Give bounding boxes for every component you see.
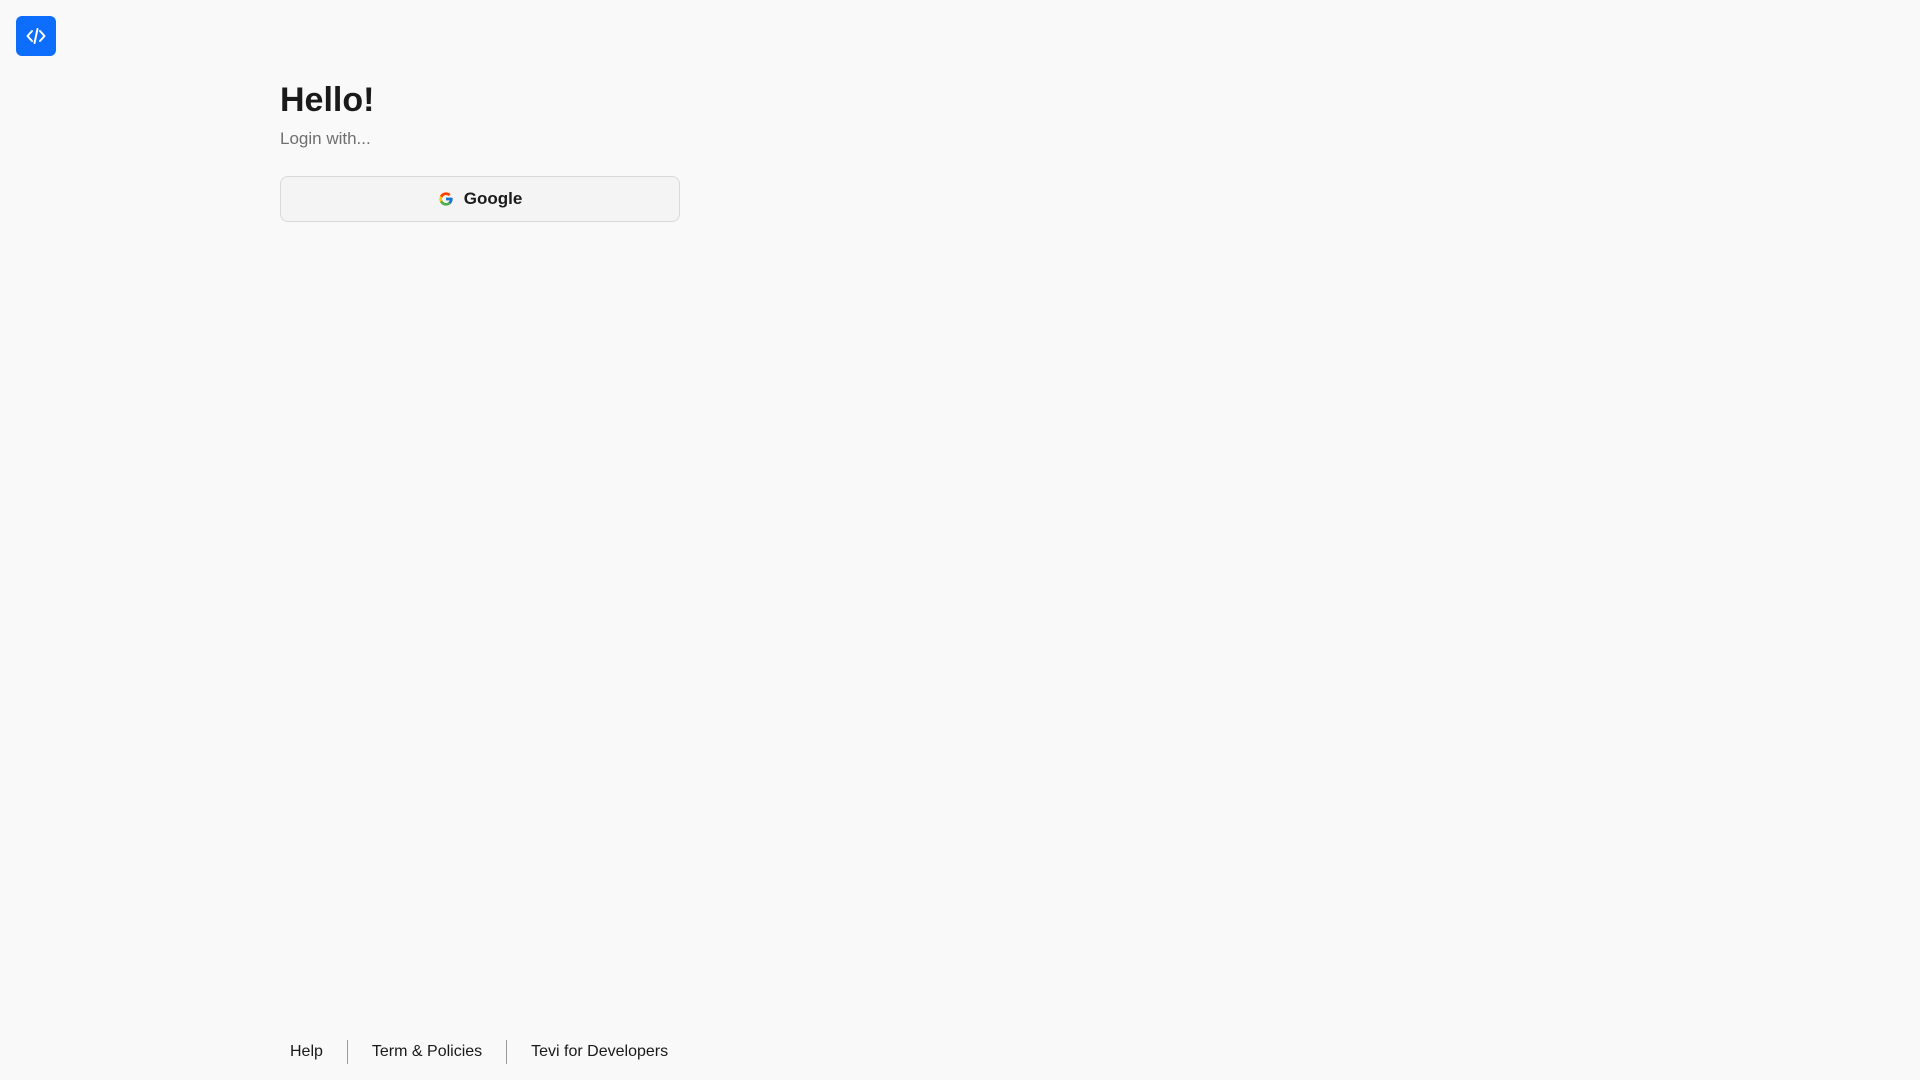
google-g-icon: [438, 191, 454, 207]
footer-links: Help Term & Policies Tevi for Developers: [280, 1039, 678, 1065]
terms-policies-link[interactable]: Term & Policies: [362, 1039, 492, 1065]
login-subtitle: Login with...: [280, 129, 371, 148]
login-page: Hello! Login with... Google Help Term & …: [0, 0, 1920, 1080]
page-title: Hello!: [280, 81, 375, 119]
login-panel: Hello! Login with... Google: [280, 78, 680, 222]
footer-divider: [506, 1040, 508, 1064]
google-login-button[interactable]: Google: [280, 176, 680, 222]
code-brackets-icon: [25, 25, 47, 47]
help-link[interactable]: Help: [280, 1039, 333, 1065]
footer-divider: [346, 1040, 348, 1064]
google-button-label: Google: [463, 189, 523, 208]
app-logo[interactable]: [16, 16, 56, 56]
developers-link[interactable]: Tevi for Developers: [521, 1039, 678, 1065]
